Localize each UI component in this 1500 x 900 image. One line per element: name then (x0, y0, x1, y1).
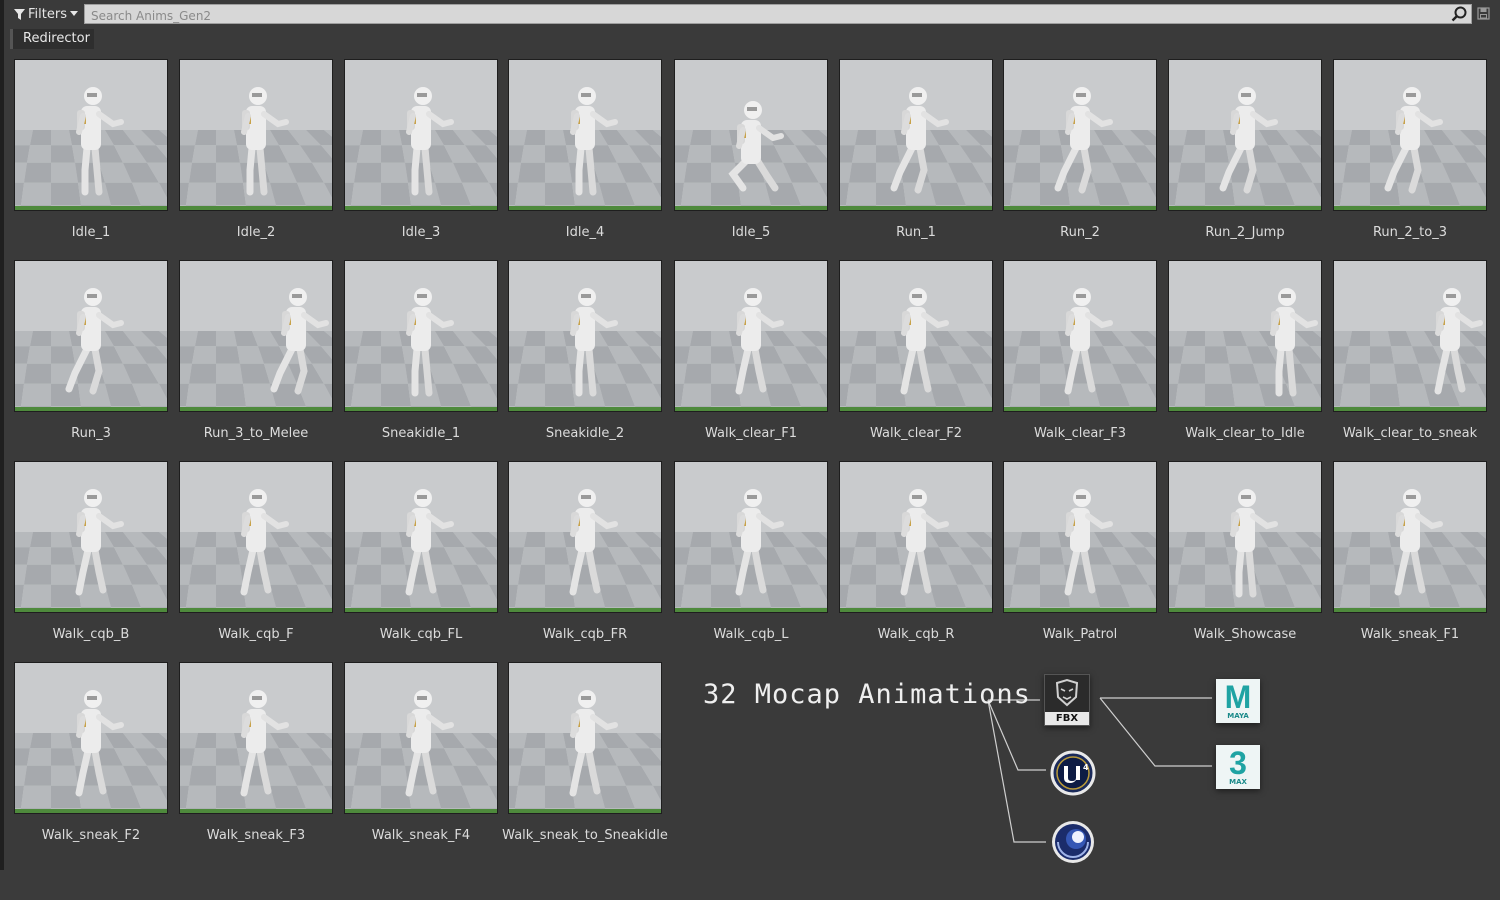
promo-title: 32 Mocap Animations (703, 679, 1031, 710)
3dsmax-logo: 3 MAX (1216, 745, 1260, 789)
fbx-label: FBX (1045, 712, 1089, 725)
fbx-mask-icon (1055, 678, 1079, 707)
maya-letter: M (1225, 679, 1252, 713)
unreal-engine-4-icon: 4 (1050, 750, 1096, 796)
maya-m-icon: M (1225, 679, 1252, 715)
max-letter: 3 (1229, 745, 1247, 779)
maya-logo: M MAYA (1216, 679, 1260, 723)
max-label: MAX (1229, 778, 1247, 786)
cinema4d-icon (1052, 821, 1094, 863)
max-3-icon: 3 (1229, 745, 1247, 781)
maya-label: MAYA (1227, 712, 1249, 720)
export-connector-lines (987, 697, 1212, 843)
svg-text:4: 4 (1083, 763, 1089, 772)
fbx-logo: FBX (1044, 674, 1090, 726)
